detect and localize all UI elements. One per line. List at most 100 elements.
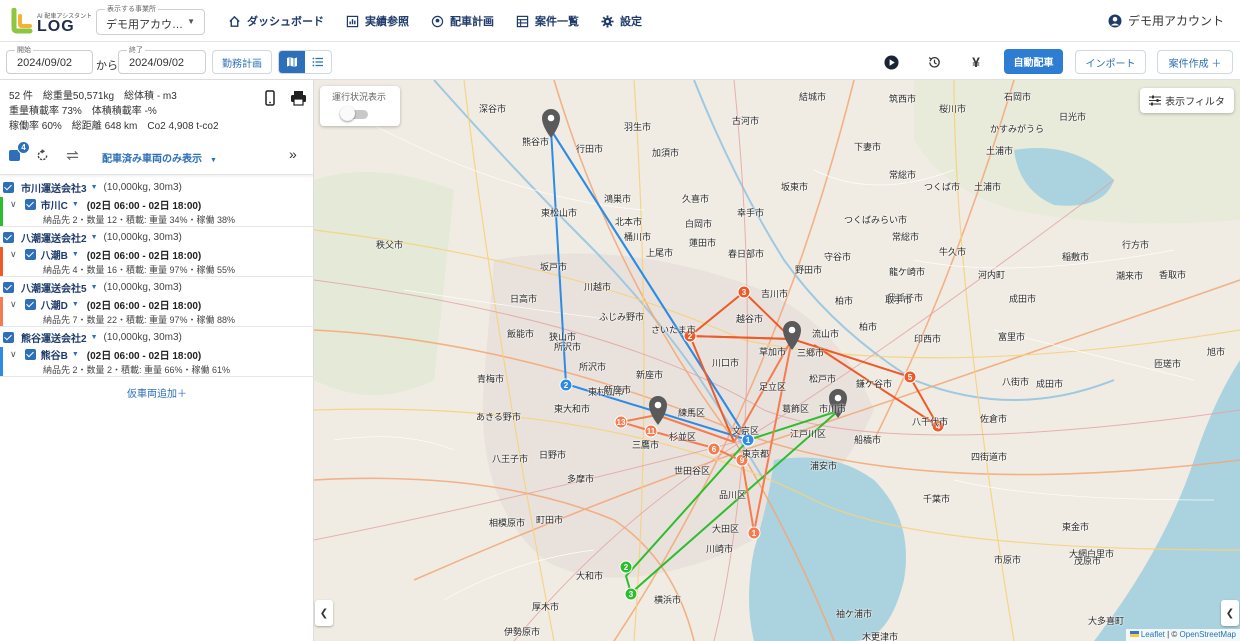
chevron-down-icon[interactable]: ▼ [72, 251, 79, 258]
chevron-down-icon[interactable]: ▼ [91, 184, 98, 191]
company-name[interactable]: 市川運送会社3 [21, 180, 87, 195]
play-button[interactable] [883, 54, 899, 70]
chevron-left-icon: ❮ [1225, 607, 1235, 619]
vehicle-name[interactable]: 熊谷B [41, 347, 68, 362]
map-place-label: 潮来市 [1116, 271, 1144, 281]
map-place-label: 古河市 [732, 116, 760, 126]
auto-dispatch-button[interactable]: 自動配車 [1004, 49, 1063, 74]
end-date-field[interactable]: 終了 2024/09/02 [118, 45, 206, 74]
stop-marker[interactable]: 3 [737, 285, 751, 299]
yen-button[interactable]: ¥ [968, 54, 984, 70]
route-color-bar [0, 247, 3, 276]
attribution-separator: | © [1164, 630, 1180, 639]
collapse-left-button[interactable]: ❮ [315, 600, 333, 626]
account-menu[interactable]: デモ用アカウント [1108, 12, 1224, 29]
chevron-down-icon[interactable]: ∨ [10, 299, 17, 310]
mobile-icon[interactable] [263, 90, 277, 106]
map-place-label: 茂原市 [1074, 556, 1102, 566]
office-select[interactable]: 表示する事業所 デモ用アカウ… ▼ [96, 4, 205, 35]
map-place-label: 羽生市 [624, 122, 652, 132]
vehicle-name[interactable]: 市川C [41, 197, 68, 212]
vehicle-checkbox[interactable] [24, 198, 36, 210]
add-temp-vehicle-button[interactable]: 仮車両追加＋ [0, 385, 314, 400]
svg-text:1: 1 [752, 529, 757, 538]
nav-case-list[interactable]: 案件一覧 [516, 13, 579, 29]
nav-results[interactable]: 実績参照 [346, 13, 409, 29]
vehicle-checkbox[interactable] [24, 248, 36, 260]
vehicle-name[interactable]: 八潮D [41, 297, 68, 312]
vehicle-checkbox[interactable] [24, 348, 36, 360]
map-place-label: 所沢市 [579, 362, 607, 372]
stop-marker[interactable]: 13 [614, 415, 628, 429]
stop-marker[interactable]: 5 [903, 370, 917, 384]
double-chevron-right-icon[interactable]: » [289, 146, 297, 162]
display-filter-button[interactable]: 表示フィルタ [1140, 88, 1234, 113]
company-name[interactable]: 八潮運送会社5 [21, 280, 87, 295]
company-checkbox[interactable] [3, 181, 14, 193]
chevron-down-icon[interactable]: ▼ [72, 201, 79, 208]
company-checkbox[interactable] [3, 331, 14, 343]
app-logo[interactable]: AI 配車アシスタント LOG [10, 7, 92, 35]
company-name[interactable]: 八潮運送会社2 [21, 230, 87, 245]
chevron-down-icon[interactable]: ∨ [10, 249, 17, 260]
chevron-down-icon[interactable]: ▼ [72, 301, 79, 308]
leaflet-link[interactable]: Leaflet [1141, 630, 1165, 639]
map-view-button[interactable] [279, 51, 305, 73]
map-place-label: 蓮田市 [689, 238, 717, 248]
map-place-label: 柏市 [835, 296, 854, 306]
map-place-label: 匝瑳市 [1154, 359, 1182, 369]
print-icon[interactable] [290, 90, 307, 106]
map-place-label: 杉並区 [669, 432, 697, 442]
company-name[interactable]: 熊谷運送会社2 [21, 330, 87, 345]
chevron-down-icon[interactable]: ▼ [91, 284, 98, 291]
chevron-down-icon[interactable]: ▼ [72, 351, 79, 358]
stop-marker[interactable]: 2 [619, 560, 633, 574]
map-place-label: 土浦市 [974, 182, 1002, 192]
stop-marker[interactable]: 11 [644, 424, 658, 438]
osm-link[interactable]: OpenStreetMap [1180, 630, 1236, 639]
assigned-only-filter[interactable]: 配車済み車両のみ表示 ▼ [102, 150, 217, 165]
nav-dispatch-plan[interactable]: 配車計画 [431, 13, 494, 29]
company-checkbox[interactable] [3, 231, 14, 243]
history-button[interactable] [926, 54, 942, 70]
stop-marker[interactable]: 2 [559, 378, 573, 392]
nav-dispatch-plan-label: 配車計画 [450, 16, 494, 28]
svg-text:13: 13 [617, 418, 626, 427]
vehicle-name[interactable]: 八潮B [41, 247, 68, 262]
chevron-down-icon[interactable]: ▼ [91, 334, 98, 341]
vehicle-checkbox[interactable] [24, 298, 36, 310]
map-place-label: 新座市 [604, 385, 632, 395]
vehicle-list: 市川運送会社3 ▼ (10,000kg, 30m3) ∨ 市川C ▼ (02日 … [0, 177, 314, 377]
map-icon [287, 57, 297, 67]
import-button[interactable]: インポート [1075, 50, 1146, 74]
map-place-label: 秩父市 [376, 240, 404, 250]
swap-icon[interactable] [66, 149, 79, 162]
chevron-down-icon[interactable]: ▼ [91, 234, 98, 241]
run-status-toggle[interactable]: 運行状況表示 [320, 86, 400, 126]
refresh-icon[interactable] [36, 149, 49, 162]
stop-marker[interactable]: 6 [707, 442, 721, 456]
logo-mark-icon [11, 8, 33, 34]
map-place-label: 深谷市 [479, 104, 507, 114]
stop-marker[interactable]: 3 [624, 587, 638, 601]
stop-marker[interactable]: 1 [747, 526, 761, 540]
map-place-label: 筑西市 [889, 94, 917, 104]
summary-line-1: 52 件 総重量50,571kg 総体積 - m3 [9, 91, 177, 102]
map-place-label: 船橋市 [854, 435, 882, 445]
collapse-right-button[interactable]: ❮ [1221, 600, 1239, 626]
map-place-label: 日光市 [1059, 112, 1087, 122]
work-plan-button[interactable]: 勤務計画 [212, 50, 272, 74]
nav-settings[interactable]: 設定 [601, 13, 642, 29]
chevron-down-icon[interactable]: ∨ [10, 199, 17, 210]
nav-dashboard[interactable]: ダッシュボード [228, 13, 324, 29]
create-case-button[interactable]: 案件作成 ＋ [1157, 50, 1233, 74]
company-checkbox[interactable] [3, 281, 14, 293]
chevron-down-icon[interactable]: ∨ [10, 349, 17, 360]
map-place-label: 河内町 [978, 270, 1006, 280]
route-map[interactable]: 2 1 3 2 5 4 13 11 6 9 1 2 3 深谷市 熊谷市 羽生市 行田市… [314, 80, 1240, 641]
list-view-button[interactable] [305, 51, 331, 73]
company-capacity: (10,000kg, 30m3) [103, 231, 182, 243]
map-place-label: 袖ケ浦市 [836, 609, 873, 619]
toggle-knob[interactable] [340, 106, 355, 121]
start-date-field[interactable]: 開始 2024/09/02 [6, 45, 93, 74]
